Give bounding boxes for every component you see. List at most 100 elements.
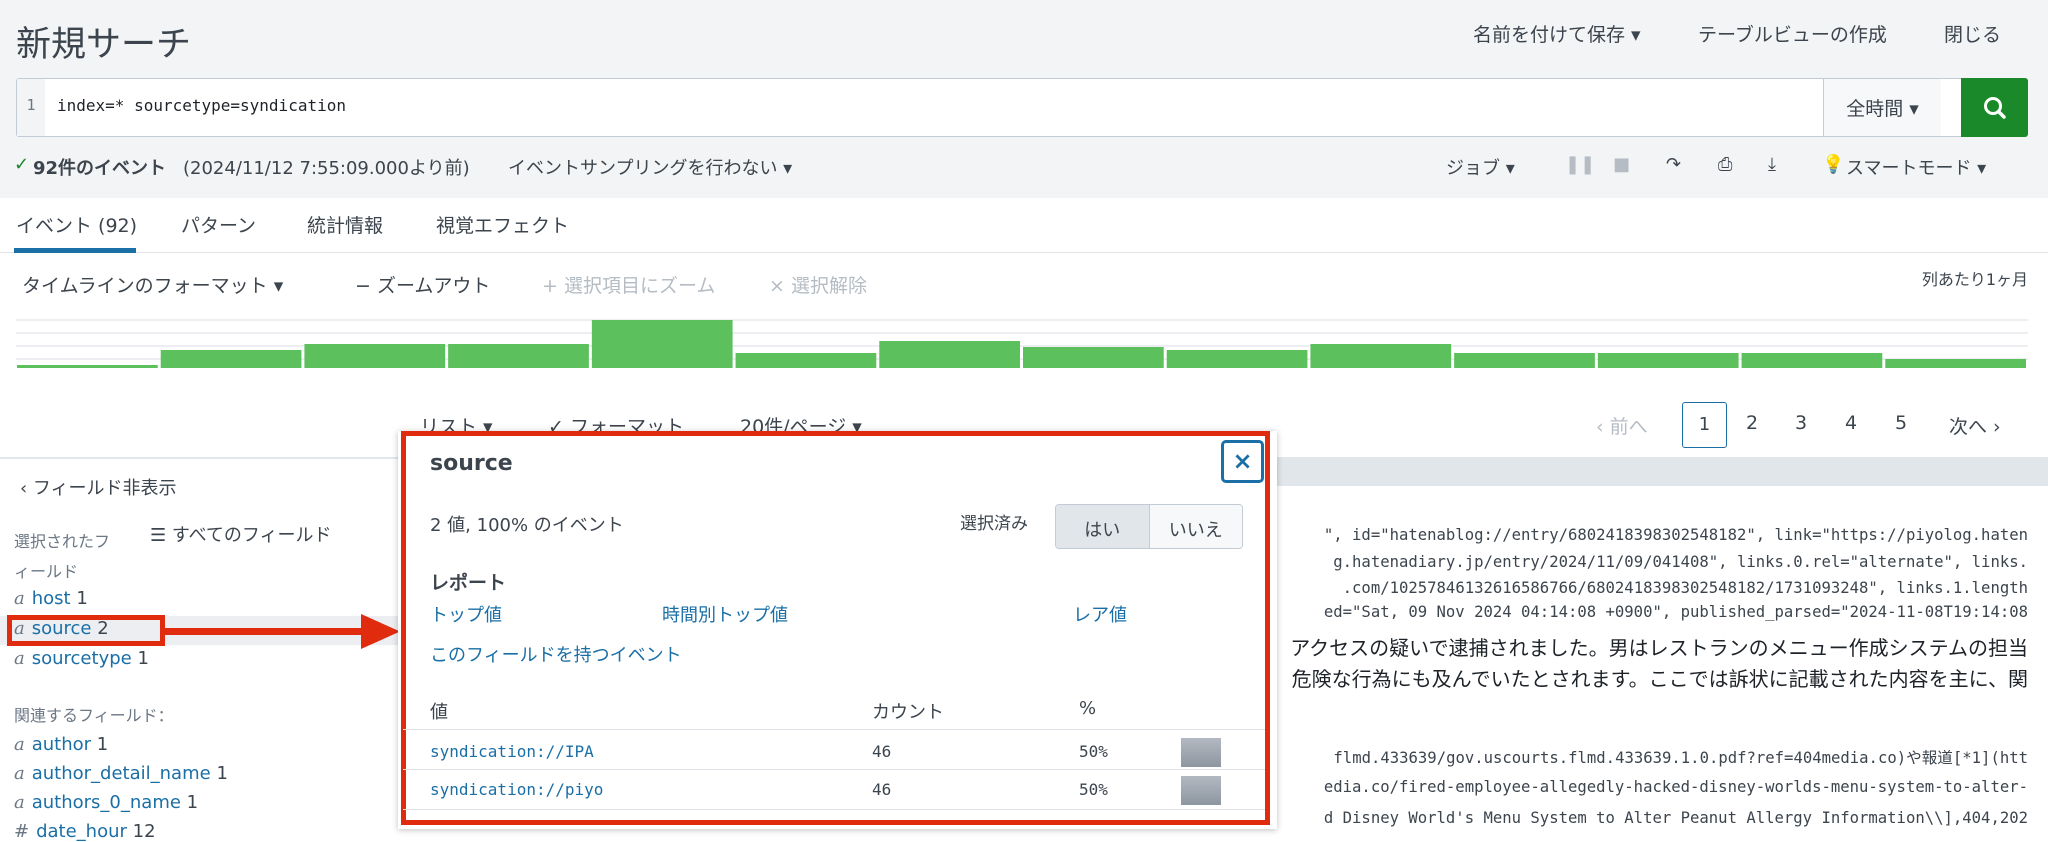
timeline-bar[interactable]	[1597, 353, 1739, 368]
row-divider	[403, 769, 1265, 770]
page-4[interactable]: 4	[1845, 412, 1857, 434]
timeline-bar[interactable]	[1741, 353, 1883, 368]
value-link[interactable]: syndication://piyo	[430, 780, 603, 799]
page-3[interactable]: 3	[1795, 412, 1807, 434]
field-count: 1	[186, 792, 199, 813]
hide-fields-button[interactable]: ‹ フィールド非表示	[20, 474, 177, 500]
prev-page[interactable]: ‹ 前へ	[1596, 412, 1648, 439]
no-option[interactable]: いいえ	[1149, 505, 1242, 548]
search-icon	[1983, 96, 2006, 119]
page-2[interactable]: 2	[1746, 412, 1758, 434]
field-item[interactable]: a sourcetype 1	[14, 648, 149, 669]
create-table-view-link[interactable]: テーブルビューの作成	[1698, 20, 1887, 47]
field-item[interactable]: a author 1	[14, 734, 108, 755]
time-range-picker[interactable]: 全時間 ▾	[1823, 79, 1941, 136]
timeline-bar[interactable]	[1023, 347, 1164, 368]
timeline-bar[interactable]	[735, 353, 877, 368]
value-link[interactable]: syndication://IPA	[430, 742, 594, 761]
yes-option[interactable]: はい	[1056, 505, 1150, 548]
zoom-out-button[interactable]: − ズームアウト	[355, 271, 490, 298]
field-count: 1	[137, 648, 149, 669]
tab-visualization[interactable]: 視覚エフェクト	[436, 211, 569, 238]
field-count: 1	[96, 734, 109, 755]
selected-fields-label-cont: ィールド	[14, 562, 79, 581]
lightbulb-icon: 💡	[1822, 154, 1845, 175]
page-title: 新規サーチ	[16, 25, 192, 65]
event-text: g.hatenadiary.jp/entry/2024/11/09/041408…	[1333, 553, 2028, 571]
close-popup-button[interactable]: ×	[1221, 440, 1264, 483]
field-type-icon: #	[14, 821, 30, 842]
deselect-button[interactable]: × 選択解除	[769, 271, 867, 298]
page-5[interactable]: 5	[1895, 412, 1907, 434]
event-text: ", id="hatenablog://entry/68024183983025…	[1323, 526, 2028, 544]
percent-bar	[1181, 776, 1221, 805]
save-as-menu[interactable]: 名前を付けて保存 ▾	[1473, 20, 1641, 47]
page-1[interactable]: 1	[1682, 402, 1727, 448]
pause-icon[interactable]: ❚❚	[1565, 154, 1595, 175]
print-icon[interactable]: ⎙	[1718, 154, 1732, 175]
selected-fields-label: 選択されたフ	[14, 532, 111, 551]
stop-icon[interactable]: ■	[1613, 154, 1630, 175]
events-with-field-link[interactable]: このフィールドを持つイベント	[430, 641, 682, 667]
close-link[interactable]: 閉じる	[1944, 20, 2001, 47]
timeline-format-menu[interactable]: タイムラインのフォーマット ▾	[22, 271, 283, 298]
field-type-icon: a	[14, 734, 25, 755]
events-header	[1273, 457, 2048, 486]
field-name: authors_0_name	[31, 792, 181, 813]
all-fields-button[interactable]: ☰ すべてのフィールド	[150, 521, 332, 547]
sampling-menu[interactable]: イベントサンプリングを行わない ▾	[508, 154, 792, 180]
search-bar[interactable]: 1 index=* sourcetype=syndication 全時間 ▾	[16, 78, 2028, 137]
job-menu[interactable]: ジョブ ▾	[1446, 154, 1515, 180]
timeline-bar[interactable]	[304, 344, 446, 368]
event-text: flmd.433639/gov.uscourts.flmd.433639.1.0…	[1333, 749, 2028, 767]
field-name: host	[31, 588, 71, 609]
field-item[interactable]: a authors_0_name 1	[14, 792, 198, 813]
column-percent: %	[1079, 698, 1097, 719]
top-values-by-time-link[interactable]: 時間別トップ値	[662, 601, 788, 627]
field-item[interactable]: a author_detail_name 1	[14, 763, 228, 784]
value-percent: 50%	[1079, 780, 1108, 799]
share-icon[interactable]: ↷	[1666, 154, 1681, 175]
popup-summary: 2 値, 100% のイベント	[430, 515, 624, 536]
timeline-bar[interactable]	[1885, 359, 2026, 368]
timeline-bar[interactable]	[1454, 353, 1595, 368]
timeline-bar[interactable]	[448, 344, 589, 368]
next-page[interactable]: 次へ ›	[1949, 412, 2001, 439]
field-item[interactable]: # date_hour 12	[14, 821, 156, 842]
value-percent: 50%	[1079, 742, 1108, 761]
timeline-bar[interactable]	[1310, 344, 1452, 368]
field-count: 12	[132, 821, 156, 842]
popup-title: source	[430, 451, 513, 476]
search-query-input[interactable]: index=* sourcetype=syndication	[57, 96, 346, 115]
search-button[interactable]	[1961, 78, 2028, 137]
export-icon[interactable]: ⤓	[1768, 154, 1776, 175]
close-icon: ×	[1232, 447, 1253, 475]
rare-values-link[interactable]: レア値	[1073, 601, 1127, 627]
timeline-bar[interactable]	[591, 320, 733, 368]
line-number: 1	[17, 79, 45, 136]
tab-statistics[interactable]: 統計情報	[307, 211, 383, 238]
row-divider	[403, 809, 1265, 810]
event-text-line: ", id="hatenablog://entry/68024183983025…	[1273, 526, 2028, 556]
search-time: (2024/11/12 7:55:09.000より前)	[183, 158, 470, 179]
timeline-bar[interactable]	[1166, 350, 1308, 368]
top-values-link[interactable]: トップ値	[430, 601, 502, 627]
column-value: 値	[430, 702, 448, 723]
selected-toggle[interactable]: はい いいえ	[1055, 504, 1243, 549]
timeline-scale: 列あたり1ヶ月	[1921, 270, 2028, 289]
field-count: 1	[76, 588, 88, 609]
event-count: 92件のイベント	[33, 158, 167, 179]
search-mode-menu[interactable]: スマートモード ▾	[1846, 154, 1986, 180]
tab-divider	[0, 252, 2048, 253]
zoom-selection-button[interactable]: + 選択項目にズーム	[542, 271, 715, 298]
field-name: author	[31, 734, 92, 755]
timeline-bar[interactable]	[160, 350, 302, 368]
field-count: 1	[216, 763, 228, 784]
tab-events[interactable]: イベント (92)	[16, 211, 137, 238]
tab-patterns[interactable]: パターン	[181, 211, 256, 238]
timeline-bar[interactable]	[17, 365, 158, 368]
timeline-chart[interactable]	[16, 312, 2028, 370]
event-text: アクセスの疑いで逮捕されました。男はレストランのメニュー作成システムの担当	[1290, 636, 2028, 660]
timeline-bar[interactable]	[879, 341, 1020, 368]
field-item[interactable]: a host 1	[14, 588, 88, 609]
